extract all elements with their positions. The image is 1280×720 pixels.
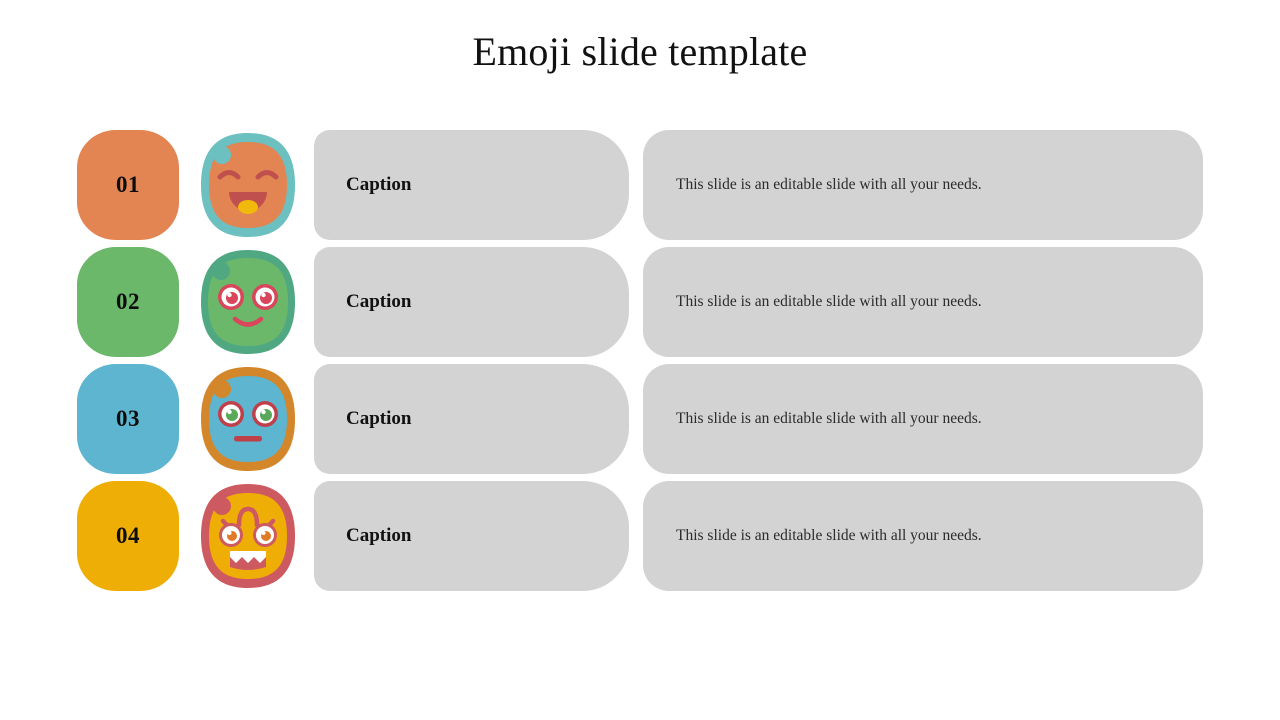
- number-label: 04: [116, 523, 140, 548]
- slide-canvas: Emoji slide template 01 Caption This sli…: [0, 0, 1280, 720]
- description-text: This slide is an editable slide with all…: [676, 527, 982, 544]
- list-item: 01 Caption This slide is an editable sli…: [0, 130, 1280, 240]
- list-item: 02 Caption This slide is an editable sli…: [0, 247, 1280, 357]
- number-tile-03[interactable]: 03: [77, 364, 179, 474]
- description-text: This slide is an editable slide with all…: [676, 410, 982, 427]
- page-title: Emoji slide template: [472, 29, 808, 74]
- number-tile-01[interactable]: 01: [77, 130, 179, 240]
- caption-box[interactable]: Caption: [314, 130, 629, 240]
- caption-label: Caption: [346, 291, 412, 312]
- emoji-rows-list: 01 Caption This slide is an editable sli…: [0, 130, 1280, 598]
- smiling-face-emoji: [198, 247, 298, 357]
- laughing-face-emoji: [198, 130, 298, 240]
- list-item: 04 Caption This slide is an editable sli…: [0, 481, 1280, 591]
- number-tile-04[interactable]: 04: [77, 481, 179, 591]
- caption-box[interactable]: Caption: [314, 364, 629, 474]
- number-tile-02[interactable]: 02: [77, 247, 179, 357]
- description-box[interactable]: This slide is an editable slide with all…: [643, 364, 1203, 474]
- description-text: This slide is an editable slide with all…: [676, 176, 982, 193]
- scared-face-emoji: [198, 481, 298, 591]
- caption-box[interactable]: Caption: [314, 481, 629, 591]
- caption-label: Caption: [346, 174, 412, 195]
- description-box[interactable]: This slide is an editable slide with all…: [643, 481, 1203, 591]
- caption-label: Caption: [346, 525, 412, 546]
- number-label: 03: [116, 406, 140, 431]
- description-box[interactable]: This slide is an editable slide with all…: [643, 247, 1203, 357]
- description-box[interactable]: This slide is an editable slide with all…: [643, 130, 1203, 240]
- number-label: 02: [116, 289, 140, 314]
- caption-box[interactable]: Caption: [314, 247, 629, 357]
- description-text: This slide is an editable slide with all…: [676, 293, 982, 310]
- list-item: 03 Caption This slide is an editable sli…: [0, 364, 1280, 474]
- neutral-face-emoji: [198, 364, 298, 474]
- caption-label: Caption: [346, 408, 412, 429]
- number-label: 01: [116, 172, 140, 197]
